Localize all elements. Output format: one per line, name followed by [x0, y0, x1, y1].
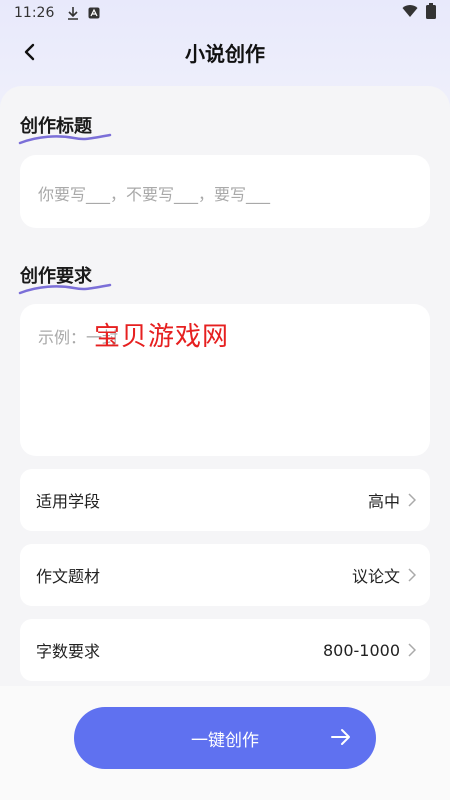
- a-icon: [88, 7, 100, 19]
- theme-input[interactable]: 你要写___，不要写___，要写___: [20, 155, 430, 228]
- wifi-icon: [402, 4, 418, 22]
- battery-icon: [426, 3, 436, 23]
- theme-section-title: 创作标题: [18, 112, 112, 145]
- chevron-right-icon: [408, 643, 416, 657]
- watermark-text: 宝贝游戏网: [94, 322, 230, 352]
- create-button[interactable]: 一键创作: [74, 707, 376, 769]
- requirement-section-title: 创作要求: [18, 262, 112, 295]
- status-time: 11:26: [14, 5, 55, 21]
- option-label: 作文题材: [36, 567, 101, 586]
- title-underline-icon: [18, 283, 112, 295]
- option-row-grade[interactable]: 适用学段 高中: [20, 469, 430, 531]
- title-underline-icon: [18, 133, 112, 145]
- back-arrow-icon[interactable]: [16, 38, 44, 66]
- status-bar: 11:26: [0, 0, 450, 26]
- option-label: 字数要求: [36, 642, 101, 661]
- page-title: 小说创作: [185, 41, 265, 66]
- chevron-right-icon: [408, 493, 416, 507]
- option-row-wordcount[interactable]: 字数要求 800-1000: [20, 619, 430, 681]
- create-button-label: 一键创作: [191, 730, 259, 751]
- chevron-right-icon: [408, 568, 416, 582]
- option-value: 议论文: [351, 567, 400, 586]
- theme-placeholder: 你要写___，不要写___，要写___: [38, 185, 271, 204]
- option-label: 适用学段: [36, 492, 101, 511]
- app-bar: 小说创作: [0, 26, 450, 78]
- download-icon: [66, 6, 80, 20]
- option-row-genre[interactable]: 作文题材 议论文: [20, 544, 430, 606]
- option-value: 800-1000: [322, 640, 400, 660]
- arrow-right-icon: [330, 726, 352, 753]
- option-value: 高中: [367, 492, 400, 511]
